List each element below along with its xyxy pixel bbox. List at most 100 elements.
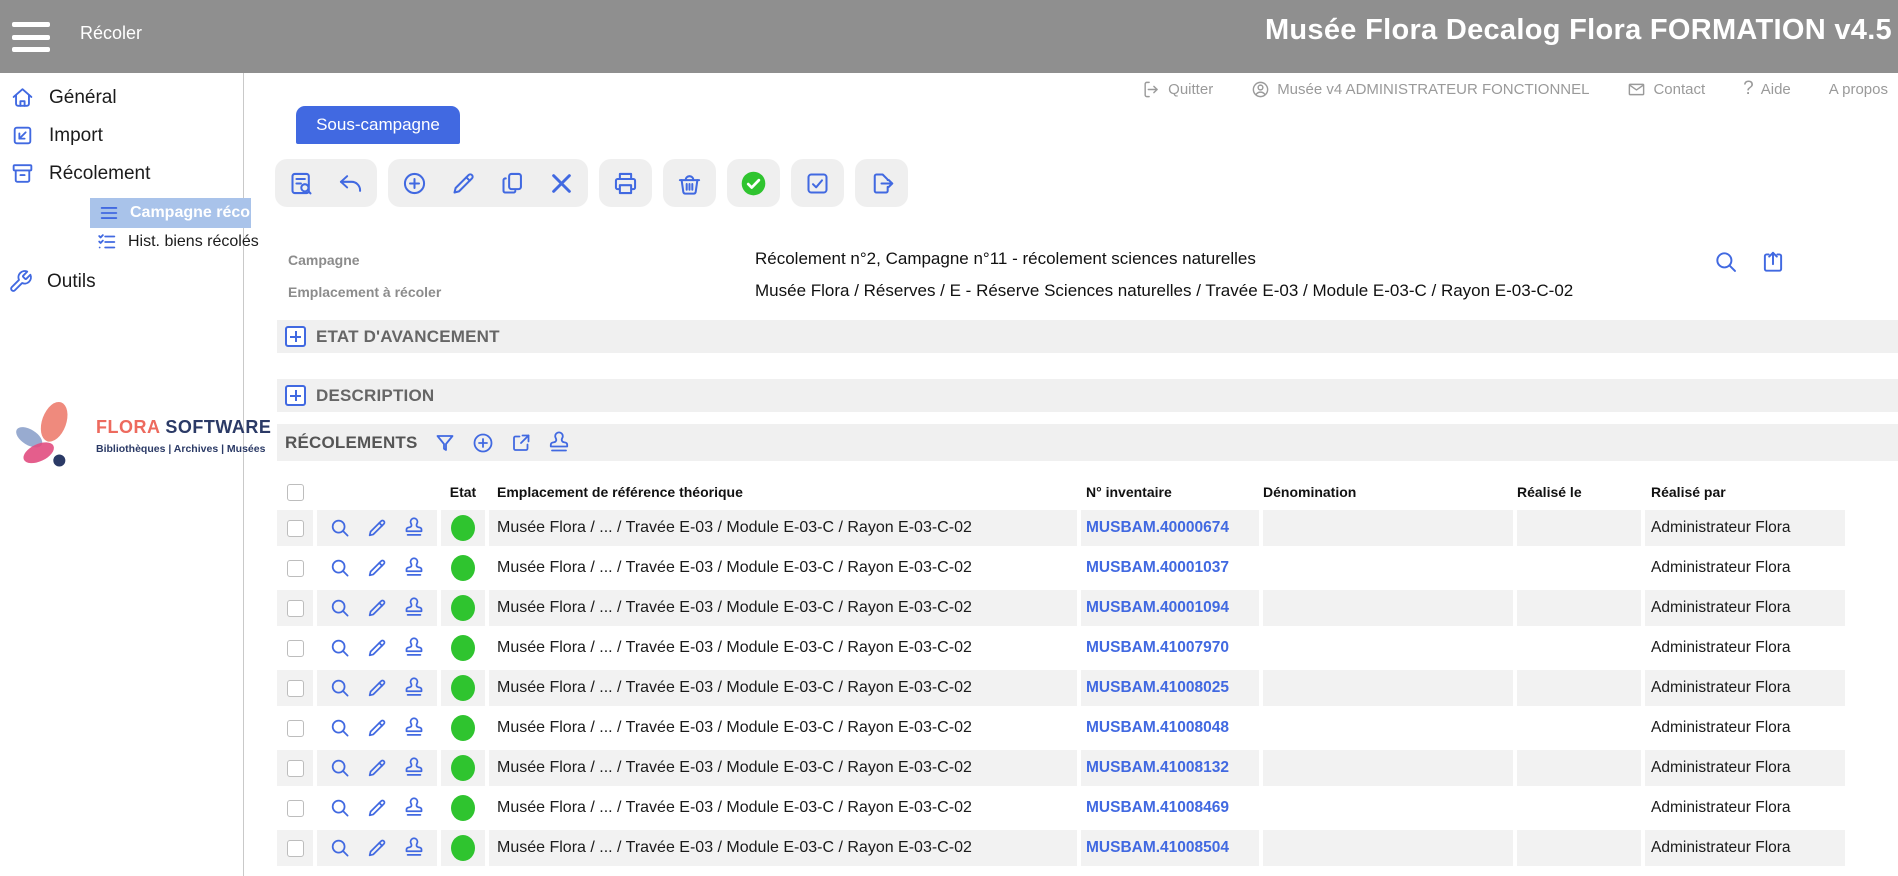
row-search-button[interactable] [329,557,351,579]
row-emplacement: Musée Flora / ... / Travée E-03 / Module… [497,559,972,577]
row-inventaire-link[interactable]: MUSBAM.40001094 [1086,599,1229,617]
expand-plus-icon[interactable] [285,326,306,347]
search-campagne-button[interactable] [1712,248,1739,275]
row-stamp-button[interactable] [403,517,425,539]
row-stamp-button[interactable] [403,557,425,579]
row-search-button[interactable] [329,517,351,539]
row-inventaire-link[interactable]: MUSBAM.41008504 [1086,839,1229,857]
status-green-dot [451,755,475,781]
row-stamp-button[interactable] [403,797,425,819]
row-stamp-button[interactable] [403,717,425,739]
campagne-actions [1712,248,1786,275]
contact-link[interactable]: Contact [1627,80,1705,99]
row-edit-button[interactable] [366,517,388,539]
row-checkbox[interactable] [287,680,304,697]
row-checkbox[interactable] [287,760,304,777]
row-stamp-button[interactable] [403,837,425,859]
sidebar-item-hist-biens-recoles[interactable]: Hist. biens récolés [96,231,259,253]
row-edit-button[interactable] [366,757,388,779]
row-stamp-button[interactable] [403,597,425,619]
apropos-link[interactable]: A propos [1829,81,1888,98]
delete-button[interactable] [548,170,575,197]
basket-button[interactable] [676,170,703,197]
row-checkbox[interactable] [287,720,304,737]
col-emplacement: Emplacement de référence théorique [489,484,1077,500]
row-realise-par: Administrateur Flora [1651,839,1791,857]
hamburger-menu-icon[interactable] [12,22,50,52]
copy-button[interactable] [499,170,526,197]
row-stamp-button[interactable] [403,757,425,779]
row-stamp-button[interactable] [403,677,425,699]
col-realise-par: Réalisé par [1645,484,1845,500]
validate-button[interactable] [740,170,767,197]
import-icon [10,123,35,148]
row-search-button[interactable] [329,637,351,659]
status-green-dot [451,515,475,541]
row-inventaire-link[interactable]: MUSBAM.41008469 [1086,799,1229,817]
edit-button[interactable] [450,170,477,197]
user-icon [1251,80,1270,99]
row-inventaire-link[interactable]: MUSBAM.41008048 [1086,719,1229,737]
tab-sous-campagne[interactable]: Sous-campagne [296,106,460,144]
row-checkbox[interactable] [287,600,304,617]
stamp-button[interactable] [546,429,573,456]
expand-plus-icon[interactable] [285,385,306,406]
row-search-button[interactable] [329,677,351,699]
row-checkbox[interactable] [287,640,304,657]
export-button[interactable] [868,170,895,197]
row-edit-button[interactable] [366,797,388,819]
row-inventaire-link[interactable]: MUSBAM.40001037 [1086,559,1229,577]
row-emplacement: Musée Flora / ... / Travée E-03 / Module… [497,519,972,537]
search-icon [329,637,351,659]
open-record-button[interactable] [1759,248,1786,275]
add-button[interactable] [401,170,428,197]
user-link[interactable]: Musée v4 ADMINISTRATEUR FONCTIONNEL [1251,80,1589,99]
row-search-button[interactable] [329,797,351,819]
edit-pencil-icon [366,757,388,779]
sidebar-item-outils[interactable]: Outils [8,269,251,294]
row-edit-button[interactable] [366,677,388,699]
row-checkbox[interactable] [287,560,304,577]
list-search-button[interactable] [288,170,315,197]
select-all-checkbox[interactable] [287,484,304,501]
sidebar-item-general[interactable]: Général [10,85,253,110]
status-green-dot [451,795,475,821]
print-button[interactable] [612,170,639,197]
row-checkbox[interactable] [287,840,304,857]
open-external-button[interactable] [508,429,535,456]
row-search-button[interactable] [329,717,351,739]
stamp-icon [403,517,425,539]
row-inventaire-link[interactable]: MUSBAM.41008132 [1086,759,1229,777]
stamp-icon [403,837,425,859]
sidebar-item-campagne-recolmt[interactable]: Campagne récolmt. [90,198,251,228]
aide-link[interactable]: ? Aide [1743,78,1791,100]
quitter-link[interactable]: Quitter [1142,80,1213,99]
row-edit-button[interactable] [366,637,388,659]
app-header: Récoler Musée Flora Decalog Flora FORMAT… [0,0,1898,73]
row-checkbox[interactable] [287,800,304,817]
checkbox-button[interactable] [804,170,831,197]
add-recolement-button[interactable] [470,429,497,456]
row-search-button[interactable] [329,597,351,619]
stamp-icon [403,797,425,819]
sidebar-item-import[interactable]: Import [10,123,253,148]
row-edit-button[interactable] [366,557,388,579]
filter-button[interactable] [432,429,459,456]
undo-button[interactable] [337,170,364,197]
row-emplacement: Musée Flora / ... / Travée E-03 / Module… [497,719,972,737]
undo-icon [337,170,364,197]
row-search-button[interactable] [329,757,351,779]
row-edit-button[interactable] [366,597,388,619]
row-search-button[interactable] [329,837,351,859]
row-edit-button[interactable] [366,717,388,739]
row-inventaire-link[interactable]: MUSBAM.41008025 [1086,679,1229,697]
sidebar-item-recolement[interactable]: Récolement [10,161,253,186]
stamp-icon [403,677,425,699]
row-checkbox[interactable] [287,520,304,537]
table-row: Musée Flora / ... / Travée E-03 / Module… [277,630,1849,666]
row-inventaire-link[interactable]: MUSBAM.40000674 [1086,519,1229,537]
status-green-dot [451,715,475,741]
row-inventaire-link[interactable]: MUSBAM.41007970 [1086,639,1229,657]
row-edit-button[interactable] [366,837,388,859]
row-stamp-button[interactable] [403,637,425,659]
